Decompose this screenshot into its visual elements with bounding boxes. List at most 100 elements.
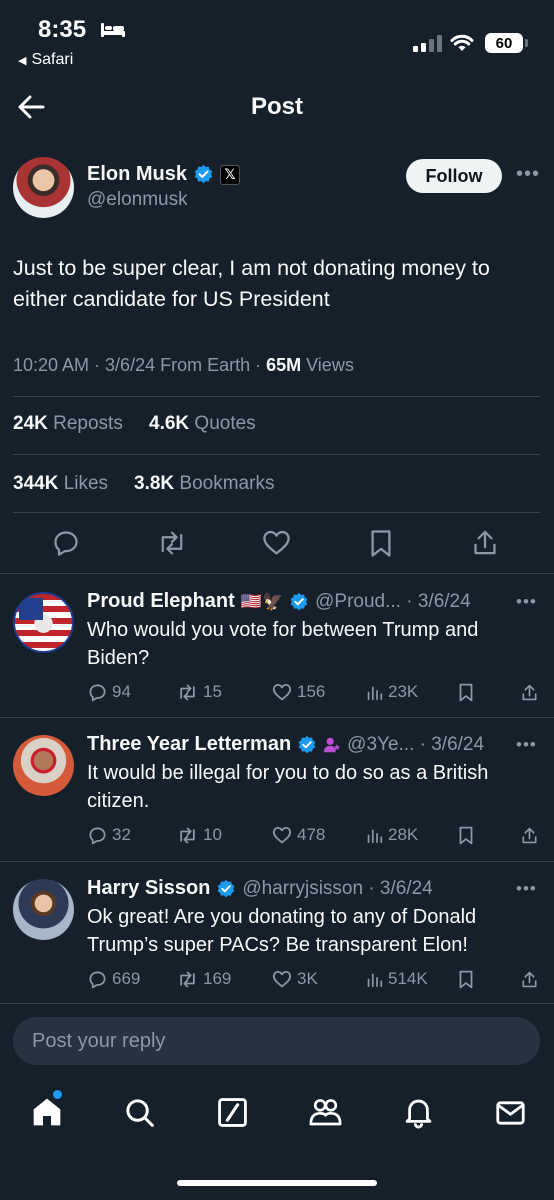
share-icon[interactable] <box>521 826 538 845</box>
views-button[interactable]: 514K <box>366 969 428 989</box>
repost-count: 15 <box>203 682 222 701</box>
views-icon <box>367 829 383 843</box>
divider <box>0 861 554 862</box>
like-icon[interactable] <box>262 529 291 556</box>
repost-count: 169 <box>203 969 232 988</box>
repost-icon <box>180 684 195 700</box>
more-icon[interactable]: ••• <box>516 163 540 186</box>
divider <box>13 396 540 397</box>
repost-icon <box>180 827 195 843</box>
views-button[interactable]: 23K <box>366 682 418 702</box>
x-badge-icon: 𝕏 <box>220 164 241 185</box>
reply-button[interactable]: 669 <box>88 969 140 989</box>
reposts-stat[interactable]: 24K Reposts <box>13 413 123 435</box>
home-icon[interactable] <box>31 1096 63 1128</box>
home-indicator <box>177 1180 377 1186</box>
more-icon[interactable]: ••• <box>516 879 537 899</box>
verified-icon <box>194 164 213 184</box>
reply-header[interactable]: Three Year Letterman @3Ye... · 3/6/24 <box>87 733 484 756</box>
like-count: 156 <box>297 682 326 701</box>
reply-action-bar: 669 169 3K 514K <box>0 967 554 991</box>
repost-icon[interactable] <box>157 529 187 557</box>
reply-avatar[interactable] <box>13 592 74 653</box>
post-timestamp: 10:20 AM · 3/6/24 From Earth · <box>13 355 267 375</box>
views-count: 28K <box>388 825 419 844</box>
views-count: 65M <box>266 355 302 375</box>
more-icon[interactable]: ••• <box>516 592 537 612</box>
views-label: Views <box>301 355 354 375</box>
back-app-label: Safari <box>31 51 74 68</box>
bookmarks-stat[interactable]: 3.8K Bookmarks <box>134 473 274 495</box>
like-count: 3K <box>297 969 318 988</box>
like-button[interactable]: 156 <box>272 682 325 702</box>
back-triangle-icon: ◀ <box>18 54 27 67</box>
reply-action-bar: 32 10 478 28K <box>0 823 554 847</box>
page-title: Post <box>250 93 303 120</box>
verified-icon <box>290 592 308 610</box>
status-time: 8:35 <box>38 16 87 43</box>
repost-button[interactable]: 10 <box>177 825 222 845</box>
share-icon[interactable] <box>472 528 498 557</box>
reposts-label: Reposts <box>47 413 123 434</box>
reply-text: It would be illegal for you to do so as … <box>87 762 489 812</box>
verified-icon <box>298 735 316 753</box>
reply-icon <box>89 971 106 988</box>
author-name: Elon Musk <box>87 163 188 185</box>
bookmark-icon[interactable] <box>458 970 474 989</box>
reply-header[interactable]: Harry Sisson @harryjsisson · 3/6/24 <box>87 877 433 900</box>
reply-button[interactable]: 32 <box>88 825 131 845</box>
quotes-count: 4.6K <box>149 413 190 434</box>
bookmark-icon[interactable] <box>369 529 393 558</box>
battery-indicator: 60 <box>485 33 523 53</box>
author-name-row[interactable]: Elon Musk 𝕏 <box>87 163 241 186</box>
reply-count: 94 <box>112 682 131 701</box>
likes-stat[interactable]: 344K Likes <box>13 473 108 495</box>
post-meta: 10:20 AM · 3/6/24 From Earth · 65M Views <box>13 355 354 376</box>
views-button[interactable]: 28K <box>366 825 418 845</box>
share-icon[interactable] <box>521 683 538 702</box>
reply-header[interactable]: Proud Elephant 🇺🇸🦅 @Proud... · 3/6/24 <box>87 590 471 613</box>
back-to-app[interactable]: ◀ Safari <box>18 51 73 69</box>
bookmark-icon[interactable] <box>458 683 474 702</box>
like-icon <box>272 826 292 844</box>
author-avatar[interactable] <box>13 157 74 218</box>
follow-button[interactable]: Follow <box>406 159 502 193</box>
divider <box>0 717 554 718</box>
notifications-icon[interactable] <box>403 1096 434 1129</box>
reply-icon[interactable] <box>52 529 80 557</box>
quotes-stat[interactable]: 4.6K Quotes <box>149 413 256 435</box>
battery-tip <box>525 39 528 47</box>
reply-input[interactable]: Post your reply <box>13 1017 540 1065</box>
reply-button[interactable]: 94 <box>88 682 131 702</box>
more-icon[interactable]: ••• <box>516 735 537 755</box>
bookmarks-count: 3.8K <box>134 473 175 494</box>
repost-count: 10 <box>203 825 222 844</box>
reply-author-name: Proud Elephant <box>87 590 235 612</box>
home-notification-dot <box>53 1090 62 1099</box>
search-icon[interactable] <box>124 1097 155 1128</box>
communities-icon[interactable] <box>308 1096 343 1128</box>
reply-avatar[interactable] <box>13 735 74 796</box>
repost-button[interactable]: 15 <box>177 682 222 702</box>
repost-icon <box>180 971 195 987</box>
likes-label: Likes <box>58 473 109 494</box>
reply-text: Ok great! Are you donating to any of Don… <box>87 906 477 956</box>
repost-button[interactable]: 169 <box>177 969 231 989</box>
like-button[interactable]: 478 <box>272 825 325 845</box>
reply-avatar[interactable] <box>13 879 74 940</box>
author-handle[interactable]: @elonmusk <box>87 189 188 211</box>
reply-text: Who would you vote for between Trump and… <box>87 619 479 669</box>
reply-author-name: Three Year Letterman <box>87 733 292 755</box>
share-icon[interactable] <box>521 970 538 989</box>
messages-icon[interactable] <box>495 1099 526 1127</box>
wifi-icon <box>450 34 474 51</box>
reply-icon <box>89 684 106 701</box>
reply-count: 669 <box>112 969 141 988</box>
like-button[interactable]: 3K <box>272 969 318 989</box>
likes-count: 344K <box>13 473 59 494</box>
reply-author-name: Harry Sisson <box>87 877 211 899</box>
bookmark-icon[interactable] <box>458 826 474 845</box>
bookmarks-label: Bookmarks <box>174 473 275 494</box>
grok-icon[interactable] <box>217 1097 248 1128</box>
post-text: Just to be super clear, I am not donatin… <box>13 256 490 311</box>
